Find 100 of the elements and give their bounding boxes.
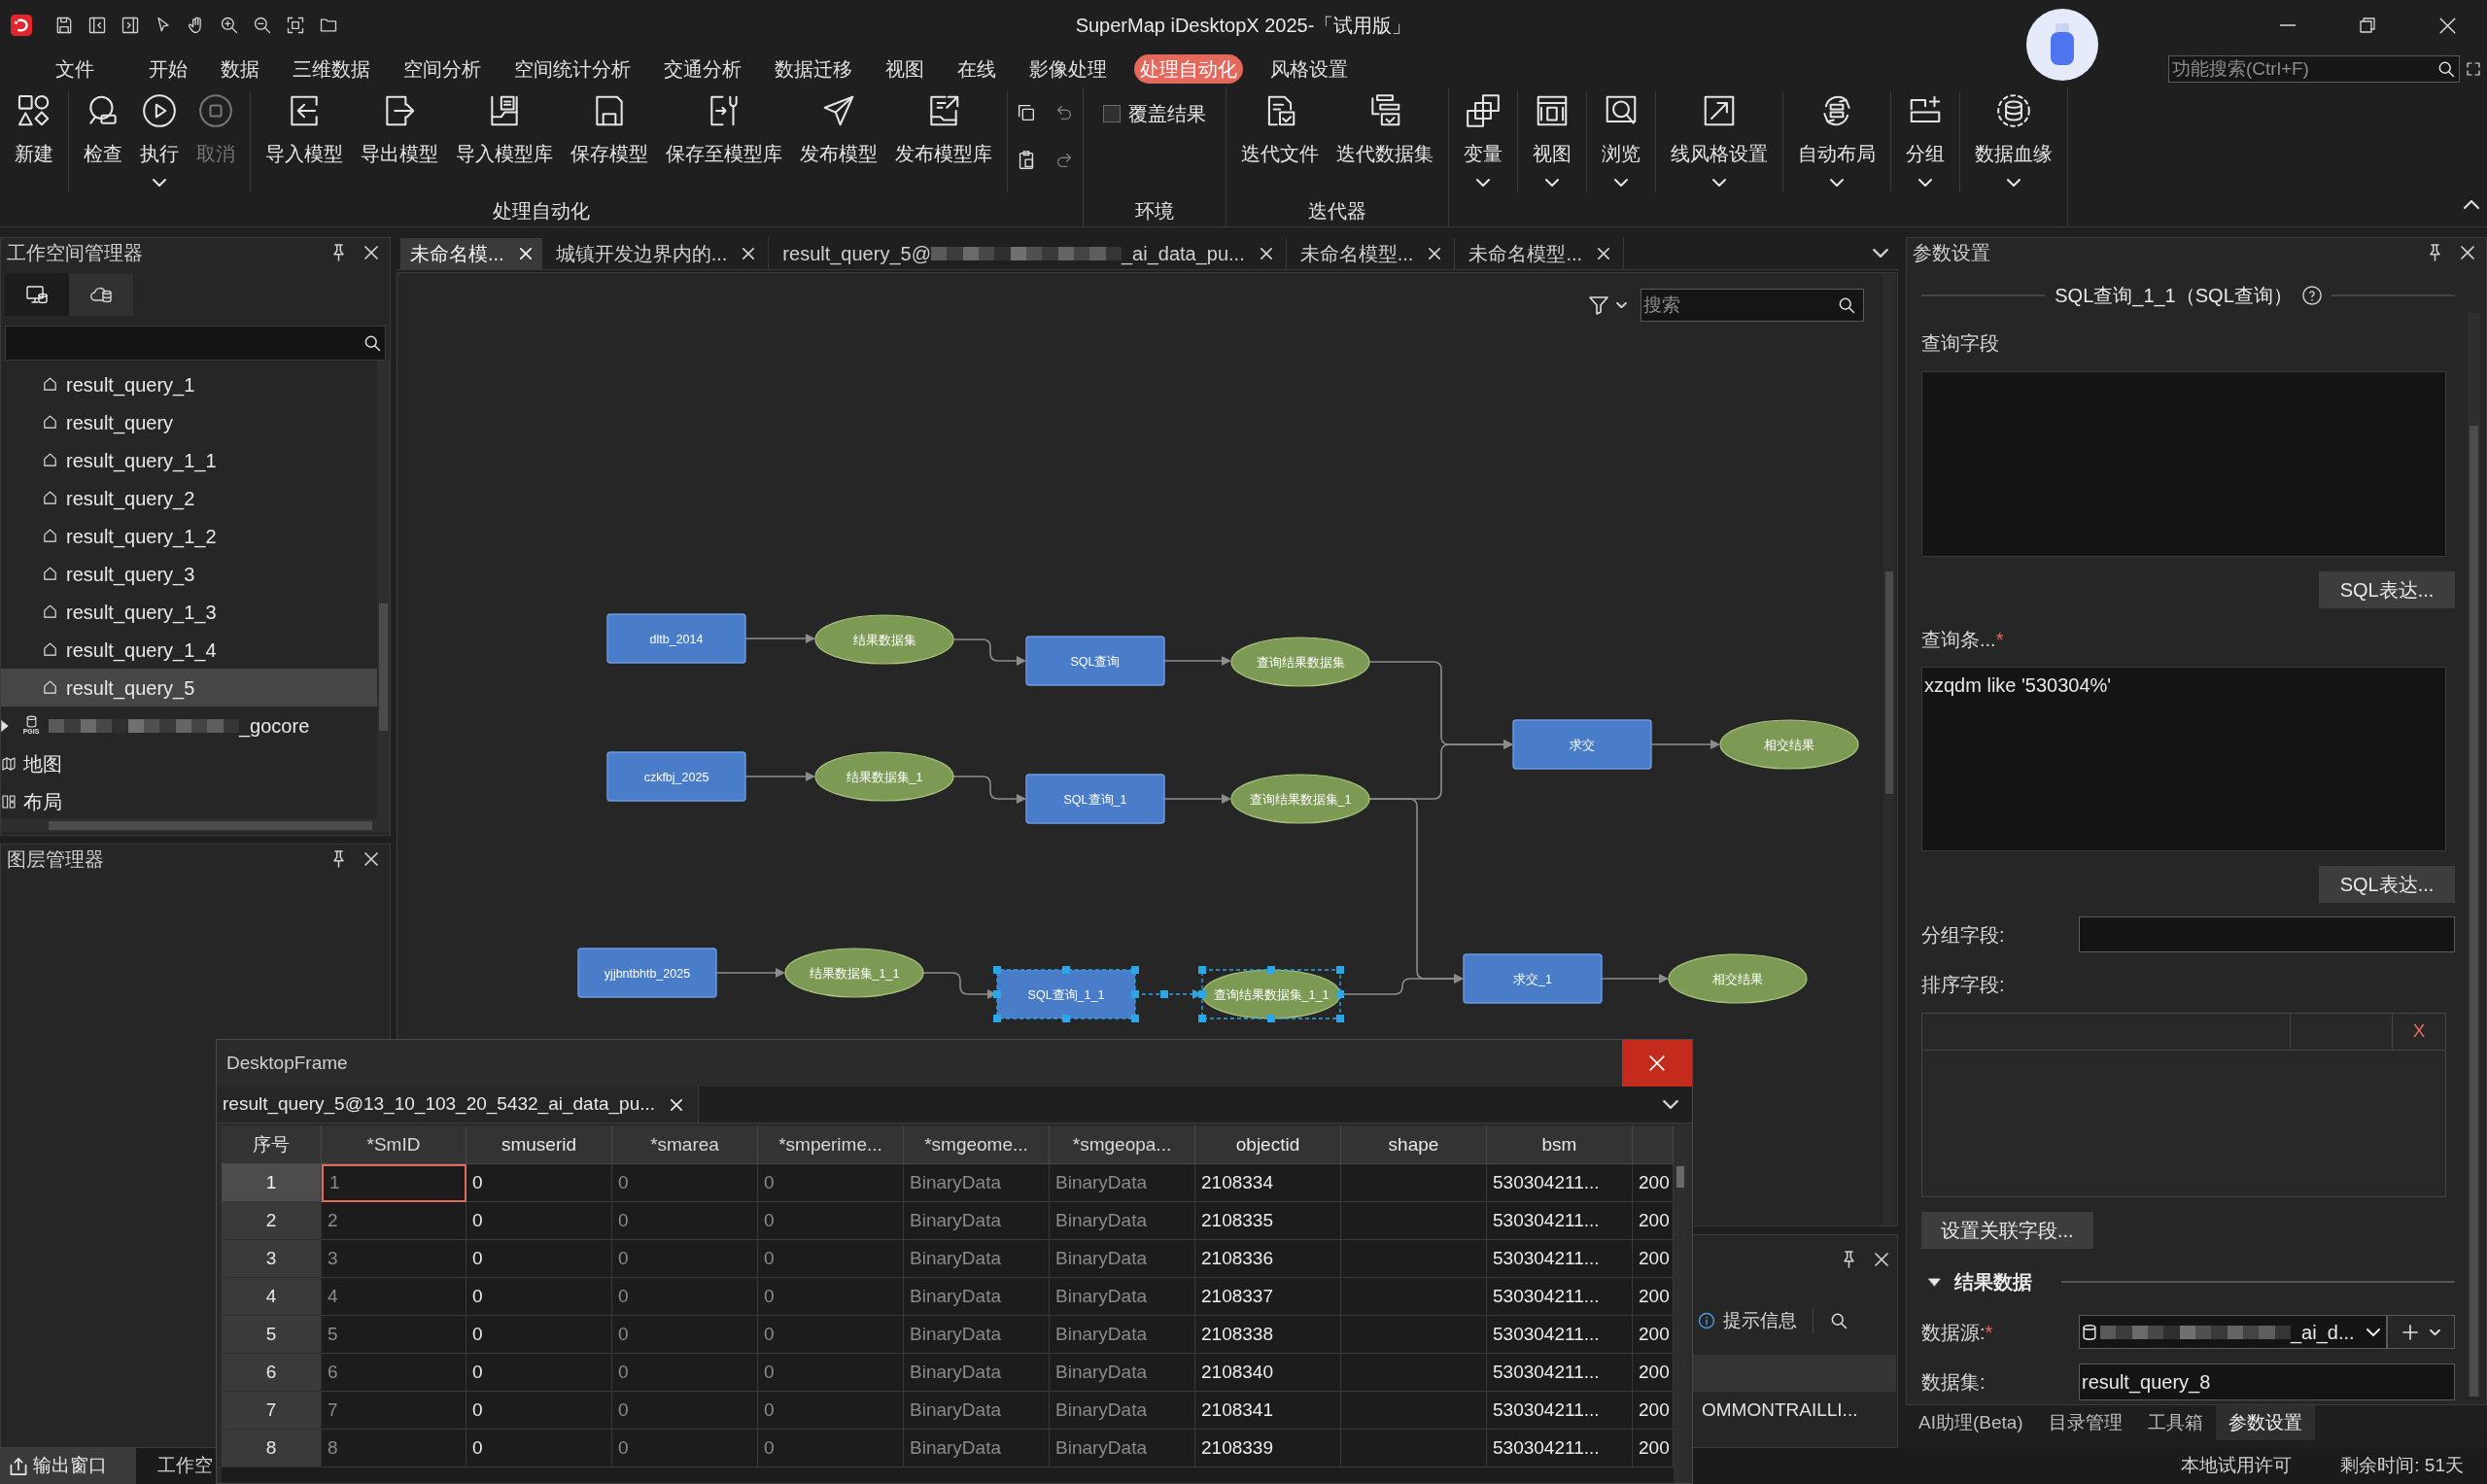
ribbon-button[interactable]: 导入模型 [257,91,352,166]
section-toggle[interactable]: 结果数据 [1921,1267,2032,1296]
menu-tab[interactable]: 数据迁移 [758,54,869,84]
input-field[interactable]: result_query_8 [2079,1363,2455,1400]
row-header[interactable]: 8 [222,1430,322,1467]
vertical-scrollbar[interactable] [377,361,390,818]
menu-tab[interactable]: 视图 [869,54,941,84]
column-header[interactable]: *SmID [322,1126,466,1164]
row-header[interactable]: 6 [222,1354,322,1392]
tree-item[interactable]: result_query_3 [1,555,377,593]
caret-down-icon[interactable] [1616,302,1627,308]
ribbon-button[interactable]: 新建 [6,91,62,166]
column-header[interactable]: objectid [1195,1126,1341,1164]
row-header[interactable]: 3 [222,1240,322,1278]
menu-tab[interactable]: 交通分析 [647,54,758,84]
row-header[interactable]: 1 [222,1164,322,1202]
search-field[interactable]: 搜索 [1641,289,1864,322]
checkbox[interactable] [1103,105,1121,122]
ribbon-button[interactable]: 执行 [131,91,188,187]
pin-icon[interactable] [2428,244,2442,261]
column-header[interactable]: *smgeome... [904,1126,1050,1164]
pin-icon[interactable] [1842,1251,1856,1268]
menu-tab[interactable]: 风格设置 [1254,54,1364,84]
tree-item[interactable]: result_query_5 [1,669,377,707]
menu-tab[interactable]: 空间分析 [387,54,498,84]
help-icon[interactable] [2301,286,2322,305]
close-icon[interactable] [364,852,378,866]
copy-icon[interactable] [1016,102,1037,123]
panel-tab[interactable]: 目录管理 [2035,1405,2135,1440]
scrollbar-thumb[interactable] [1885,571,1893,794]
tree-item[interactable]: result_query_1_1 [1,441,377,479]
pin-icon[interactable] [331,244,346,261]
ribbon-button[interactable]: 变量 [1455,91,1511,187]
tree-item[interactable]: result_query [1,403,377,441]
column-header[interactable]: shape [1341,1126,1487,1164]
fullscreen-icon[interactable] [2466,61,2481,77]
document-tab[interactable]: 未命名模... [400,238,542,269]
scrollbar-thumb[interactable] [2470,426,2478,1397]
ribbon-button[interactable]: 迭代文件 [1232,91,1328,166]
close-icon[interactable] [2461,246,2474,259]
row-header[interactable]: 5 [222,1316,322,1354]
ribbon-button[interactable]: 保存至模型库 [657,91,791,166]
ribbon-button[interactable]: 检查 [75,91,131,166]
scrollbar-thumb[interactable] [49,820,372,830]
panel-tab[interactable]: 参数设置 [2215,1405,2315,1440]
document-tab[interactable]: result_query_5@13_10_103_20_5432_ai_data_pu... [217,1087,700,1122]
row-header[interactable]: 2 [222,1202,322,1240]
search-field[interactable]: 功能搜索(Ctrl+F) [2168,55,2460,83]
scrollbar-thumb[interactable] [379,604,388,731]
document-tab[interactable]: 城镇开发边界内的... [541,238,770,269]
tree-item[interactable]: result_query_2 [1,479,377,517]
full-extent-icon[interactable] [286,16,305,35]
menu-tab[interactable]: 影像处理 [1013,54,1123,84]
dock-tab[interactable]: 输出窗口 [0,1448,136,1484]
column-header[interactable]: smuserid [466,1126,612,1164]
close-icon[interactable] [1875,1253,1888,1266]
tree-item[interactable]: result_query_1 [1,365,377,403]
ribbon-button[interactable]: 自动布局 [1789,91,1884,187]
panel-tab[interactable]: AI助理(Beta) [1906,1405,2036,1440]
tree-item[interactable]: result_query_1_2 [1,517,377,555]
close-icon[interactable] [364,246,378,259]
panel-tab[interactable] [5,273,69,316]
datasource-dropdown[interactable]: _ai_d... [2079,1315,2387,1349]
zoom-out-icon[interactable] [253,16,272,35]
close-button[interactable] [1622,1040,1692,1087]
pin-icon[interactable] [331,850,346,868]
vertical-scrollbar[interactable] [1883,273,1895,1225]
caret-down-icon[interactable] [1873,249,1888,258]
ribbon-button[interactable]: 视图 [1524,91,1580,187]
menu-tab[interactable]: 开始 [132,54,204,84]
menu-tab[interactable]: 三维数据 [276,54,387,84]
ribbon-button[interactable]: 线风格设置 [1662,91,1777,187]
tree-item[interactable]: 地图 [1,744,377,782]
info-filter-button[interactable]: 提示信息 [1698,1306,1797,1335]
column-header[interactable]: bsm [1487,1126,1633,1164]
ribbon-button[interactable]: 浏览 [1593,91,1649,187]
row-header[interactable]: 7 [222,1392,322,1430]
add-button[interactable] [2387,1315,2455,1349]
ribbon-button[interactable]: 发布模型 [791,91,886,166]
column-header[interactable]: 序号 [222,1126,322,1164]
horizontal-scrollbar[interactable] [1,818,390,832]
menu-tab[interactable]: 文件 [39,54,111,84]
ribbon-button[interactable]: 数据血缘 [1966,91,2061,187]
caret-up-icon[interactable] [2464,200,2479,209]
ribbon-button[interactable]: 发布模型库 [886,91,1001,166]
panel-tab[interactable] [69,273,133,316]
text-area[interactable]: xzqdm like '530304%' [1921,667,2446,851]
caret-down-icon[interactable] [1663,1100,1678,1109]
usb-drive-icon[interactable] [2025,8,2099,82]
zoom-in-icon[interactable] [220,16,239,35]
column-header[interactable]: *smgeopa... [1050,1126,1195,1164]
ribbon-button[interactable]: 分组 [1897,91,1953,187]
dock-tab[interactable]: 工作空 [157,1448,213,1484]
document-tab[interactable]: 未命名模型... [1286,238,1456,269]
sql-expression-button[interactable]: SQL表达... [2319,866,2455,903]
filter-icon[interactable] [1589,295,1608,315]
ribbon-button[interactable]: 迭代数据集 [1328,91,1442,166]
app-logo-icon[interactable] [11,15,32,36]
tree-item[interactable]: 布局 [1,782,377,818]
input-field[interactable] [2079,916,2455,952]
